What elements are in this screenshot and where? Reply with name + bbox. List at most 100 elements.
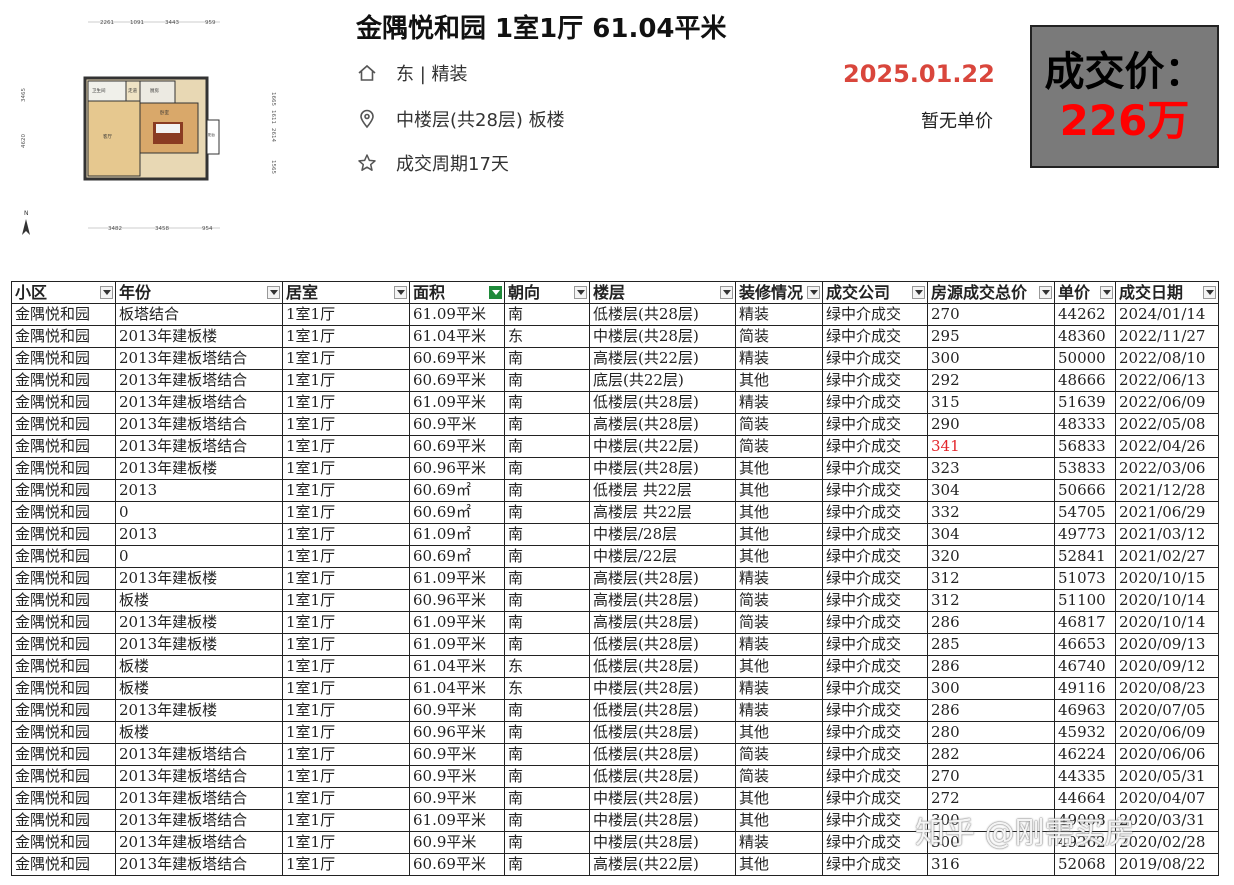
cell-deal-date[interactable]: 2020/08/23	[1115, 677, 1219, 700]
cell-area[interactable]: 60.9平米	[409, 831, 505, 854]
cell-community[interactable]: 金隅悦和园	[11, 501, 116, 524]
cell-decoration[interactable]: 其他	[735, 501, 823, 524]
cell-orientation[interactable]: 南	[504, 413, 590, 436]
cell-deal-date[interactable]: 2021/06/29	[1115, 501, 1219, 524]
cell-decoration[interactable]: 其他	[735, 721, 823, 744]
cell-unit-price[interactable]: 46224	[1054, 743, 1116, 766]
cell-layout[interactable]: 1室1厅	[282, 655, 410, 678]
filter-dropdown-icon[interactable]	[1203, 286, 1216, 299]
filter-dropdown-icon[interactable]	[267, 286, 280, 299]
cell-total-price[interactable]: 312	[927, 567, 1055, 590]
cell-floor[interactable]: 中楼层/22层	[589, 545, 736, 568]
cell-total-price[interactable]: 300	[927, 347, 1055, 370]
table-row[interactable]: 金隅悦和园 2013年建板塔结合 1室1厅 60.69平米南中楼层(共22层) 简装 绿中…	[11, 435, 1219, 458]
cell-community[interactable]: 金隅悦和园	[11, 567, 116, 590]
cell-community[interactable]: 金隅悦和园	[11, 545, 116, 568]
cell-area[interactable]: 61.09平米	[409, 611, 505, 634]
cell-agency[interactable]: 绿中介成交	[822, 435, 928, 458]
cell-year[interactable]: 0	[115, 545, 283, 568]
cell-total-price[interactable]: 272	[927, 787, 1055, 810]
cell-deal-date[interactable]: 2022/06/13	[1115, 369, 1219, 392]
cell-unit-price[interactable]: 52068	[1054, 853, 1116, 876]
cell-area[interactable]: 61.09㎡	[409, 523, 505, 546]
cell-orientation[interactable]: 南	[504, 809, 590, 832]
cell-year[interactable]: 2013年建板塔结合	[115, 787, 283, 810]
cell-deal-date[interactable]: 2020/10/14	[1115, 589, 1219, 612]
cell-unit-price[interactable]: 48360	[1054, 325, 1116, 348]
cell-floor[interactable]: 低楼层(共28层)	[589, 765, 736, 788]
cell-unit-price[interactable]: 46963	[1054, 699, 1116, 722]
cell-decoration[interactable]: 其他	[735, 853, 823, 876]
cell-total-price[interactable]: 332	[927, 501, 1055, 524]
cell-layout[interactable]: 1室1厅	[282, 325, 410, 348]
cell-decoration[interactable]: 简装	[735, 765, 823, 788]
cell-deal-date[interactable]: 2020/10/14	[1115, 611, 1219, 634]
cell-community[interactable]: 金隅悦和园	[11, 589, 116, 612]
cell-agency[interactable]: 绿中介成交	[822, 633, 928, 656]
cell-orientation[interactable]: 南	[504, 545, 590, 568]
cell-unit-price[interactable]: 46817	[1054, 611, 1116, 634]
cell-orientation[interactable]: 南	[504, 501, 590, 524]
cell-orientation[interactable]: 南	[504, 435, 590, 458]
cell-community[interactable]: 金隅悦和园	[11, 721, 116, 744]
cell-total-price[interactable]: 286	[927, 699, 1055, 722]
cell-year[interactable]: 2013年建板塔结合	[115, 391, 283, 414]
cell-agency[interactable]: 绿中介成交	[822, 853, 928, 876]
cell-area[interactable]: 60.9平米	[409, 743, 505, 766]
table-row[interactable]: 金隅悦和园 板楼 1室1厅 61.04平米东低楼层(共28层) 其他 绿中介成交 286 46…	[11, 655, 1219, 678]
filter-dropdown-icon[interactable]	[100, 286, 113, 299]
table-row[interactable]: 金隅悦和园 2013年建板楼 1室1厅 61.09平米南高楼层(共28层) 精装 绿中介成…	[11, 567, 1219, 590]
cell-decoration[interactable]: 精装	[735, 567, 823, 590]
cell-total-price[interactable]: 280	[927, 721, 1055, 744]
cell-floor[interactable]: 中楼层(共28层)	[589, 787, 736, 810]
cell-layout[interactable]: 1室1厅	[282, 523, 410, 546]
cell-floor[interactable]: 低楼层(共28层)	[589, 391, 736, 414]
cell-orientation[interactable]: 南	[504, 853, 590, 876]
cell-area[interactable]: 60.69㎡	[409, 545, 505, 568]
cell-area[interactable]: 60.9平米	[409, 699, 505, 722]
cell-community[interactable]: 金隅悦和园	[11, 435, 116, 458]
table-row[interactable]: 金隅悦和园 0 1室1厅 60.69㎡南中楼层/22层 其他 绿中介成交 320 52841 2…	[11, 545, 1219, 568]
cell-agency[interactable]: 绿中介成交	[822, 369, 928, 392]
cell-floor[interactable]: 高楼层(共28层)	[589, 567, 736, 590]
filter-dropdown-icon[interactable]	[912, 286, 925, 299]
cell-orientation[interactable]: 南	[504, 457, 590, 480]
cell-community[interactable]: 金隅悦和园	[11, 325, 116, 348]
cell-floor[interactable]: 底层(共22层)	[589, 369, 736, 392]
cell-floor[interactable]: 低楼层(共28层)	[589, 743, 736, 766]
cell-layout[interactable]: 1室1厅	[282, 611, 410, 634]
cell-decoration[interactable]: 其他	[735, 655, 823, 678]
cell-layout[interactable]: 1室1厅	[282, 633, 410, 656]
cell-year[interactable]: 2013年建板塔结合	[115, 831, 283, 854]
cell-year[interactable]: 2013	[115, 479, 283, 502]
cell-layout[interactable]: 1室1厅	[282, 831, 410, 854]
cell-area[interactable]: 61.09平米	[409, 633, 505, 656]
cell-agency[interactable]: 绿中介成交	[822, 699, 928, 722]
cell-total-price[interactable]: 286	[927, 655, 1055, 678]
cell-decoration[interactable]: 精装	[735, 699, 823, 722]
cell-agency[interactable]: 绿中介成交	[822, 677, 928, 700]
cell-year[interactable]: 板楼	[115, 721, 283, 744]
table-row[interactable]: 金隅悦和园 2013年建板塔结合 1室1厅 60.9平米南低楼层(共28层) 简装 绿中介…	[11, 743, 1219, 766]
cell-community[interactable]: 金隅悦和园	[11, 699, 116, 722]
cell-floor[interactable]: 低楼层 共22层	[589, 479, 736, 502]
cell-decoration[interactable]: 简装	[735, 413, 823, 436]
cell-total-price[interactable]: 292	[927, 369, 1055, 392]
filter-dropdown-icon[interactable]	[720, 286, 733, 299]
cell-deal-date[interactable]: 2022/05/08	[1115, 413, 1219, 436]
filter-dropdown-icon[interactable]	[394, 286, 407, 299]
cell-total-price[interactable]: 270	[927, 303, 1055, 326]
cell-decoration[interactable]: 简装	[735, 325, 823, 348]
cell-community[interactable]: 金隅悦和园	[11, 743, 116, 766]
cell-layout[interactable]: 1室1厅	[282, 413, 410, 436]
cell-deal-date[interactable]: 2020/09/12	[1115, 655, 1219, 678]
cell-community[interactable]: 金隅悦和园	[11, 391, 116, 414]
cell-community[interactable]: 金隅悦和园	[11, 369, 116, 392]
cell-total-price[interactable]: 285	[927, 633, 1055, 656]
cell-community[interactable]: 金隅悦和园	[11, 457, 116, 480]
cell-floor[interactable]: 中楼层/28层	[589, 523, 736, 546]
cell-decoration[interactable]: 其他	[735, 523, 823, 546]
cell-total-price[interactable]: 286	[927, 611, 1055, 634]
cell-unit-price[interactable]: 51639	[1054, 391, 1116, 414]
cell-deal-date[interactable]: 2020/05/31	[1115, 765, 1219, 788]
